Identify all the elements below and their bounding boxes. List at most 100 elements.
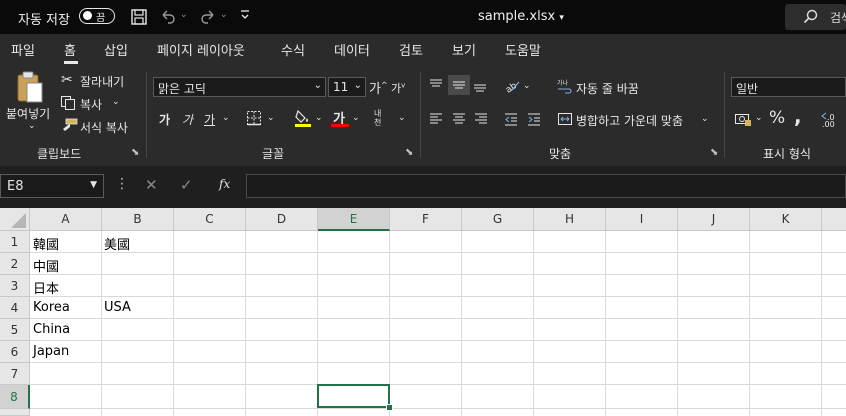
phonetic-dropdown-icon[interactable]: ⌄ (398, 113, 406, 123)
increase-indent-icon[interactable] (526, 111, 542, 130)
merge-center-button[interactable]: 병합하고 가운데 맞춤 (576, 112, 683, 129)
formula-input[interactable] (246, 174, 846, 198)
percent-style-button[interactable]: % (769, 108, 785, 128)
customize-toolbar-icon[interactable] (239, 8, 251, 25)
more-options-icon[interactable]: ⋮ (115, 176, 129, 192)
underline-button[interactable]: 가 (204, 111, 215, 128)
underline-dropdown-icon[interactable]: ⌄ (222, 113, 230, 123)
tab-page-layout[interactable]: 페이지 레이아웃 (157, 40, 245, 59)
row-header-5[interactable]: 5 (0, 319, 30, 341)
insert-function-button[interactable]: fx (219, 177, 230, 191)
align-top-icon[interactable] (428, 77, 444, 96)
decrease-indent-icon[interactable] (503, 111, 519, 130)
cut-button[interactable]: 잘라내기 (80, 73, 124, 90)
save-icon[interactable] (130, 8, 148, 26)
accounting-dropdown-icon[interactable]: ⌄ (755, 113, 763, 123)
enter-icon[interactable]: ✓ (180, 176, 193, 194)
copy-icon[interactable] (60, 95, 76, 114)
copy-dropdown-icon[interactable]: ⌄ (112, 97, 120, 107)
row-header-8[interactable]: 8 (0, 385, 30, 409)
number-format-combo[interactable]: 일반 (731, 77, 846, 97)
search-box[interactable]: 검색 (785, 4, 846, 30)
wrap-text-button[interactable]: 자동 줄 바꿈 (576, 80, 639, 97)
row-header-3[interactable]: 3 (0, 275, 30, 297)
row-header-2[interactable]: 2 (0, 253, 30, 275)
column-header-j[interactable]: J (678, 208, 750, 231)
redo-dropdown-icon[interactable]: ⌄ (220, 10, 228, 20)
cancel-icon[interactable]: ✕ (145, 176, 158, 194)
column-header-a[interactable]: A (30, 208, 102, 231)
grow-font-button[interactable]: 가^ (369, 78, 388, 97)
cell-a3[interactable]: 日本 (33, 278, 59, 297)
font-color-dropdown-icon[interactable]: ⌄ (352, 113, 360, 123)
paste-button[interactable]: 붙여넣기 (6, 105, 50, 122)
column-header-i[interactable]: I (606, 208, 678, 231)
orientation-icon[interactable]: ab (503, 77, 521, 96)
align-left-icon[interactable] (428, 111, 444, 130)
cell-a4[interactable]: Korea (33, 300, 70, 315)
orientation-dropdown-icon[interactable]: ⌄ (523, 81, 531, 91)
tab-file[interactable]: 파일 (11, 40, 35, 59)
merge-dropdown-icon[interactable]: ⌄ (701, 114, 709, 124)
copy-button[interactable]: 복사 (80, 96, 102, 113)
borders-dropdown-icon[interactable]: ⌄ (267, 113, 275, 123)
cell-a2[interactable]: 中國 (33, 256, 59, 275)
fill-handle[interactable] (386, 404, 393, 411)
paste-dropdown-icon[interactable]: ⌄ (28, 121, 36, 131)
increase-decimal-icon[interactable]: .0.00 (820, 111, 846, 130)
tab-view[interactable]: 보기 (452, 40, 476, 59)
font-color-button[interactable]: 가 (331, 106, 349, 128)
row-header-4[interactable]: 4 (0, 297, 30, 319)
cell-b1[interactable]: 美國 (104, 234, 130, 253)
font-launcher-icon[interactable]: ⬊ (405, 147, 413, 158)
cell-a5[interactable]: China (33, 322, 70, 337)
italic-button[interactable]: 가 (182, 111, 193, 128)
undo-dropdown-icon[interactable]: ⌄ (180, 10, 188, 20)
font-size-combo[interactable]: 11 ⌄ (328, 77, 366, 97)
row-header-6[interactable]: 6 (0, 341, 30, 363)
cut-icon[interactable]: ✂ (61, 72, 73, 88)
redo-icon[interactable] (199, 8, 217, 26)
tab-help[interactable]: 도움말 (505, 40, 541, 59)
accounting-format-icon[interactable] (734, 111, 752, 130)
column-header-c[interactable]: C (174, 208, 246, 231)
row-header-1[interactable]: 1 (0, 231, 30, 253)
select-all-button[interactable] (0, 208, 30, 231)
align-center-icon[interactable] (451, 111, 467, 130)
undo-icon[interactable] (159, 8, 177, 26)
shrink-font-button[interactable]: 가v (391, 80, 405, 96)
fill-color-dropdown-icon[interactable]: ⌄ (315, 113, 323, 123)
merge-center-icon[interactable] (557, 111, 573, 130)
name-box[interactable]: E8 ▼ (0, 174, 104, 198)
document-title[interactable]: sample.xlsx ▾ (478, 9, 564, 24)
autosave-toggle[interactable]: 끔 (79, 8, 115, 24)
column-header-k[interactable]: K (750, 208, 822, 231)
format-painter-button[interactable]: 서식 복사 (80, 119, 128, 136)
clipboard-launcher-icon[interactable]: ⬊ (131, 147, 139, 158)
phonetic-guide-button[interactable]: 내천 (374, 109, 388, 127)
column-header-h[interactable]: H (534, 208, 606, 231)
fill-color-icon[interactable] (294, 108, 312, 131)
column-header-d[interactable]: D (246, 208, 318, 231)
column-header-g[interactable]: G (462, 208, 534, 231)
tab-review[interactable]: 검토 (399, 40, 423, 59)
wrap-text-icon[interactable]: 가나 (557, 78, 573, 97)
column-header-e[interactable]: E (318, 208, 390, 231)
cell-a6[interactable]: Japan (33, 344, 69, 359)
alignment-launcher-icon[interactable]: ⬊ (710, 147, 718, 158)
cell-a1[interactable]: 韓國 (33, 234, 59, 253)
column-header-b[interactable]: B (102, 208, 174, 231)
font-name-combo[interactable]: 맑은 고딕 ⌄ (153, 77, 326, 97)
row-header-7[interactable]: 7 (0, 363, 30, 385)
tab-home[interactable]: 홈 (64, 40, 76, 59)
align-bottom-icon[interactable] (472, 77, 488, 96)
cell-b4[interactable]: USA (104, 300, 131, 315)
tab-data[interactable]: 데이터 (334, 40, 370, 59)
bold-button[interactable]: 가 (159, 111, 170, 128)
format-painter-icon[interactable] (60, 118, 78, 137)
tab-formulas[interactable]: 수식 (281, 40, 305, 59)
align-right-icon[interactable] (473, 111, 489, 130)
column-header-f[interactable]: F (390, 208, 462, 231)
align-middle-button[interactable] (448, 75, 470, 95)
active-cell-e8[interactable] (317, 384, 390, 408)
